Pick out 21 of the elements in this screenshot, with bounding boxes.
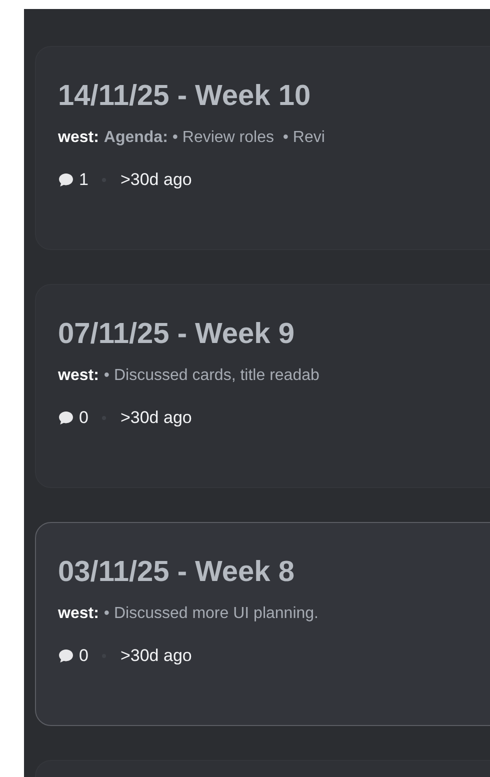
post-preview: Agenda: • Review roles • Revi bbox=[104, 129, 325, 146]
post-card[interactable]: 03/11/25 - Week 8 west: • Discussed more UI planning. 0 >30d ago bbox=[35, 522, 490, 726]
comment-icon bbox=[58, 648, 74, 664]
author-name: west: bbox=[58, 129, 99, 146]
post-age: >30d ago bbox=[120, 169, 192, 191]
comment-icon bbox=[58, 172, 74, 188]
post-title: 07/11/25 - Week 9 bbox=[58, 317, 296, 352]
comment-count: 0 bbox=[79, 645, 88, 667]
post-age: >30d ago bbox=[120, 645, 192, 667]
post-card[interactable]: 07/11/25 - Week 9 west: • Discussed cards, title readab 0 >30d ago bbox=[35, 284, 490, 488]
author-name: west: bbox=[58, 605, 99, 622]
post-title: 14/11/25 - Week 10 bbox=[58, 79, 312, 114]
post-title: 03/11/25 - Week 8 bbox=[58, 555, 296, 590]
post-age: >30d ago bbox=[120, 407, 192, 429]
comment-icon bbox=[58, 410, 74, 426]
post-preview: • Discussed cards, title readab bbox=[104, 367, 320, 384]
post-preview: • Discussed more UI planning. bbox=[104, 605, 318, 622]
comment-count: 1 bbox=[79, 169, 88, 191]
comment-count: 0 bbox=[79, 407, 88, 429]
post-card[interactable]: 14/11/25 - Week 10 west: Agenda: • Review roles • Revi 1 >30d ago bbox=[35, 46, 490, 250]
author-name: west: bbox=[58, 367, 99, 384]
